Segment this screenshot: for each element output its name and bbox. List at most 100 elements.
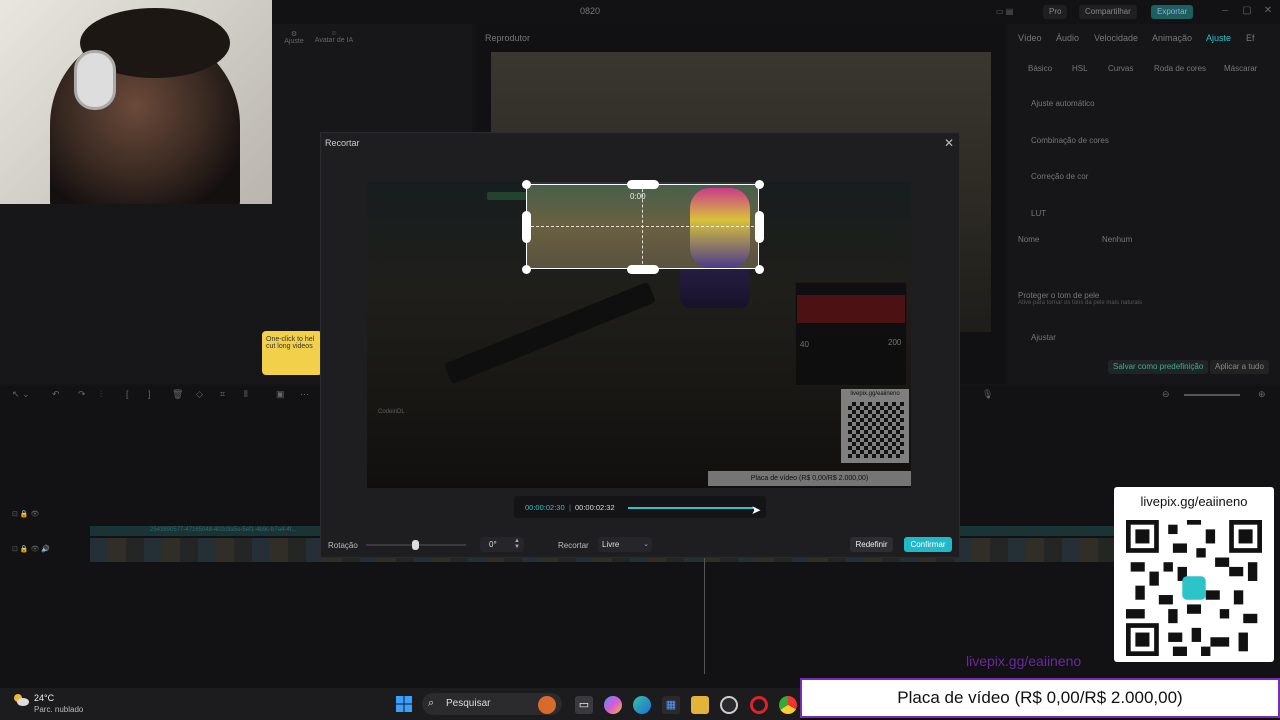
rotation-label: Rotação [328,541,358,550]
app-icon[interactable] [720,696,738,714]
crop-handle-top-left[interactable] [522,180,531,189]
crop-handle-bottom-right[interactable] [755,265,764,274]
mouse-cursor-icon: ➤ [751,503,762,517]
share-button[interactable]: Compartilhar [1079,5,1137,19]
subtab-color-wheel[interactable]: Roda de cores [1154,64,1206,73]
crop-shade-bottom [526,269,759,488]
adjust-tool[interactable]: ⚙ Ajuste [274,30,314,45]
select-tool-icon[interactable]: ↖ ⌄ [12,389,30,400]
weather-condition: Parc. nublado [34,705,84,714]
crop-handle-bottom-left[interactable] [522,265,531,274]
save-preset-button[interactable]: Salvar como predefinição [1108,360,1209,374]
copilot-icon[interactable] [604,696,622,714]
chrome-icon[interactable] [779,696,797,714]
mic-icon[interactable]: 🎙 [982,389,993,400]
color-match-row[interactable]: Combinação de cores [1031,136,1109,145]
color-correction-row[interactable]: Correção de cor [1031,172,1088,181]
zoom-in-icon[interactable]: ⊕ [1258,389,1266,400]
crop-ratio-select[interactable]: Livre ⌄ [598,537,652,552]
weather-cloudy-icon[interactable] [12,693,30,707]
tab-adjust[interactable]: Ajuste [1206,33,1231,43]
crop-handle-left[interactable] [522,211,531,243]
tab-speed[interactable]: Velocidade [1094,33,1138,43]
pro-badge[interactable]: Pro [1043,5,1068,19]
zoom-out-icon[interactable]: ⊖ [1162,389,1170,400]
crop-handle-bottom[interactable] [627,265,659,274]
redo-icon[interactable]: ↷ [78,389,86,400]
total-time: 00:00:02:32 [575,503,615,512]
tab-video[interactable]: Vídeo [1018,33,1042,43]
crop-ratio-value: Livre [602,540,620,549]
edge-icon[interactable] [633,696,651,714]
minimize-icon[interactable]: – [1219,5,1231,16]
crop-handle-right[interactable] [755,211,764,243]
close-window-icon[interactable]: ✕ [1262,5,1274,16]
screen: 0820 ▭ ▤ Pro Compartilhar Exportar – ▢ ✕… [0,0,1280,720]
track-lock-icon[interactable]: ⊡ 🔒 👁 [12,510,39,518]
widget-icon[interactable] [538,696,556,714]
subtab-basic[interactable]: Básico [1028,64,1052,73]
auto-adjust-row[interactable]: Ajuste automático [1031,99,1095,108]
right-panel [1008,24,1280,384]
qr-code [1126,520,1262,656]
delete-icon[interactable]: 🗑 [172,389,183,400]
temperature: 24°C [34,693,55,703]
skin-tone-hint: Ative para tornar os tons da pele mais n… [1018,300,1143,306]
tab-animation[interactable]: Animação [1152,33,1192,43]
folder-icon[interactable] [691,696,709,714]
skin-tone-row[interactable]: Proteger o tom de pele [1018,291,1099,300]
chevron-down-icon: ⌄ [643,541,649,548]
reset-button[interactable]: Redefinir [850,537,893,552]
webcam-overlay [0,0,272,204]
maximize-icon[interactable]: ▢ [1241,5,1253,16]
purple-overlay-url: livepix.gg/eaiineno [966,653,1082,669]
project-title: 0820 [579,6,601,16]
image-icon[interactable]: ▣ [276,389,285,400]
crop-shade-right [759,182,911,488]
zoom-slider[interactable] [1184,394,1240,396]
tab-effects[interactable]: Ef [1246,33,1255,43]
windows-start-icon[interactable] [396,696,412,712]
time-separator: | [569,503,571,512]
track-controls-icon[interactable]: ⊡ 🔒 👁 🔊 [12,545,50,553]
export-button[interactable]: Exportar [1151,5,1194,19]
lut-row[interactable]: LUT [1031,209,1046,218]
split-icon[interactable]: ⫶ [100,389,102,400]
trim-right-icon[interactable]: ] [148,389,151,399]
confirm-button[interactable]: Confirmar [904,537,952,552]
crop-handle-top[interactable] [627,180,659,189]
donation-goal-bar: Placa de vídeo (R$ 0,00/R$ 2.000,00) [800,678,1280,718]
store-icon[interactable]: ▦ [662,696,680,714]
file-explorer-icon[interactable]: ▭ [575,696,593,714]
qr-url: livepix.gg/eaiineno [1140,494,1248,509]
scrub-progress [628,507,754,509]
layout-icon[interactable]: ▭ ▤ [996,7,1013,16]
apply-all-button[interactable]: Aplicar a tudo [1210,360,1269,374]
search-icon: ⌕ [428,697,435,709]
more-icon[interactable]: ⋯ [300,389,309,400]
crop-icon[interactable]: ⌗ [220,389,225,400]
adjust-row[interactable]: Ajustar [1031,333,1056,342]
close-icon[interactable]: ✕ [943,136,955,150]
opera-icon[interactable] [750,696,768,714]
rotation-slider-knob[interactable] [412,540,419,550]
player-label: Reprodutor [485,33,531,43]
subtab-curves[interactable]: Curvas [1108,64,1133,73]
crop-ratio-label: Recortar [558,541,589,550]
tab-audio[interactable]: Áudio [1056,33,1079,43]
subtab-hsl[interactable]: HSL [1072,64,1088,73]
undo-icon[interactable]: ↶ [52,389,60,400]
tooltip: One-click to hel cut long videos [262,331,322,375]
current-time: 00:00:02:30 [525,503,565,512]
trim-left-icon[interactable]: [ [126,389,129,399]
subtab-mask[interactable]: Máscarar [1224,64,1257,73]
avatar-icon: ☺ [330,30,338,37]
crop-handle-top-right[interactable] [755,180,764,189]
lut-name-select[interactable]: Nenhum [1102,235,1132,244]
shield-icon[interactable]: ◇ [196,389,203,400]
mirror-icon[interactable]: ⫴ [244,389,248,400]
lut-name-label: Nome [1018,235,1040,244]
rotation-stepper-icon[interactable]: ▲ ▼ [514,538,520,550]
ai-avatar-tool[interactable]: ☺ Avatar de IA [314,30,354,44]
clip-filename: 2543890577-47165048-402c9a5e-5ef1-4b9c-b… [150,527,297,533]
